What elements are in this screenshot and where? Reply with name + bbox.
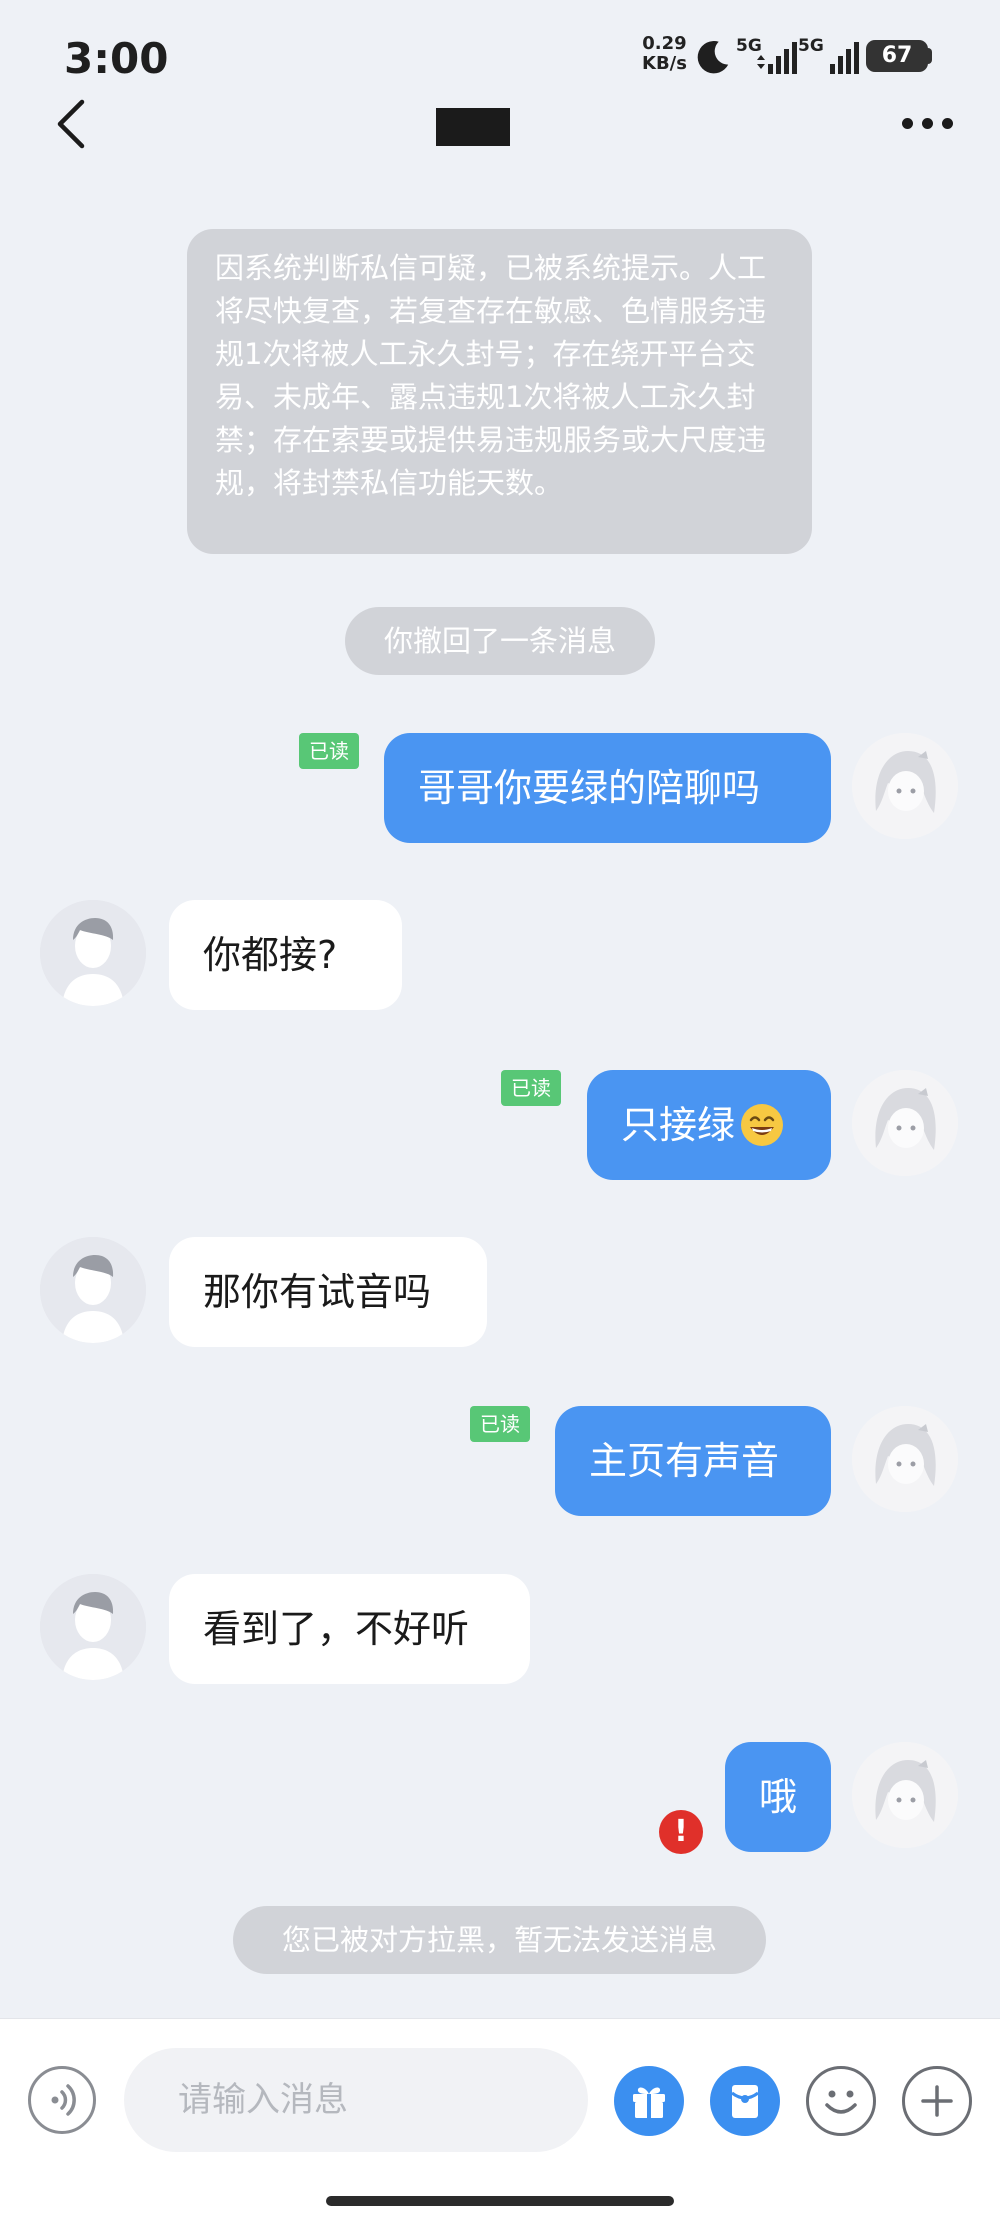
emoji-button[interactable] bbox=[806, 2066, 876, 2136]
signal-5g-1: 5G bbox=[736, 36, 800, 76]
message-bubble-other[interactable]: 看到了，不好听 bbox=[169, 1574, 530, 1684]
self-avatar[interactable] bbox=[852, 1070, 958, 1176]
contact-avatar[interactable] bbox=[40, 1574, 146, 1680]
self-avatar[interactable] bbox=[852, 1406, 958, 1512]
self-avatar-image bbox=[852, 1070, 958, 1176]
self-avatar[interactable] bbox=[852, 733, 958, 839]
message-bubble-self[interactable]: 哥哥你要绿的陪聊吗 bbox=[384, 733, 831, 843]
grinning-face-emoji bbox=[741, 1103, 784, 1146]
network-speed-unit: KB/s bbox=[642, 53, 687, 74]
message-bubble-self[interactable]: 哦 bbox=[725, 1742, 831, 1852]
battery-indicator: 67 bbox=[866, 40, 928, 72]
blocked-notice: 您已被对方拉黑，暂无法发送消息 bbox=[233, 1906, 766, 1974]
moon-icon bbox=[697, 41, 729, 74]
network-speed-value: 0.29 bbox=[642, 33, 687, 54]
error-icon[interactable]: ! bbox=[659, 1810, 703, 1854]
default-person-icon bbox=[40, 1237, 146, 1343]
self-avatar-image bbox=[852, 733, 958, 839]
red-packet-button[interactable] bbox=[710, 2066, 780, 2136]
message-text: 只接绿 bbox=[621, 1103, 736, 1147]
signal-bars-icon bbox=[830, 42, 859, 74]
default-person-icon bbox=[40, 1574, 146, 1680]
recall-notice: 你撤回了一条消息 bbox=[345, 607, 655, 675]
default-person-icon bbox=[40, 900, 146, 1006]
message-bubble-self[interactable]: 只接绿 bbox=[587, 1070, 831, 1180]
message-bubble-other[interactable]: 那你有试音吗 bbox=[169, 1237, 487, 1347]
system-warning-notice: 因系统判断私信可疑，已被系统提示。人工将尽快复查，若复查存在敏感、色情服务违规1… bbox=[187, 229, 812, 554]
red-packet-icon bbox=[731, 2085, 759, 2118]
message-bubble-self[interactable]: 主页有声音 bbox=[555, 1406, 831, 1516]
self-avatar-image bbox=[852, 1406, 958, 1512]
battery-cap bbox=[926, 48, 932, 64]
message-input[interactable] bbox=[124, 2048, 588, 2152]
voice-button[interactable] bbox=[28, 2066, 96, 2134]
home-indicator bbox=[326, 2196, 674, 2206]
message-bubble-other[interactable]: 你都接? bbox=[169, 900, 402, 1010]
more-icon[interactable] bbox=[898, 110, 958, 136]
self-avatar[interactable] bbox=[852, 1742, 958, 1848]
contact-avatar[interactable] bbox=[40, 1237, 146, 1343]
emoji-icon bbox=[825, 2090, 857, 2114]
plus-icon bbox=[921, 2085, 953, 2117]
plus-button[interactable] bbox=[902, 2066, 972, 2136]
network-speed: 0.29 KB/s bbox=[642, 34, 687, 74]
signal-bars-icon bbox=[757, 42, 797, 74]
status-time: 3:00 bbox=[64, 34, 169, 83]
read-badge: 已读 bbox=[299, 733, 359, 769]
voice-icon bbox=[51, 2084, 76, 2116]
status-bar: 3:00 0.29 KB/s 5G 5G 67 bbox=[0, 0, 1000, 110]
contact-avatar[interactable] bbox=[40, 900, 146, 1006]
self-avatar-image bbox=[852, 1742, 958, 1848]
back-icon[interactable] bbox=[52, 98, 92, 150]
chat-title-redacted bbox=[436, 108, 510, 146]
read-badge: 已读 bbox=[470, 1406, 530, 1442]
gift-button[interactable] bbox=[614, 2066, 684, 2136]
gift-icon bbox=[633, 2087, 665, 2118]
read-badge: 已读 bbox=[501, 1070, 561, 1106]
signal-5g-2: 5G bbox=[798, 36, 862, 76]
